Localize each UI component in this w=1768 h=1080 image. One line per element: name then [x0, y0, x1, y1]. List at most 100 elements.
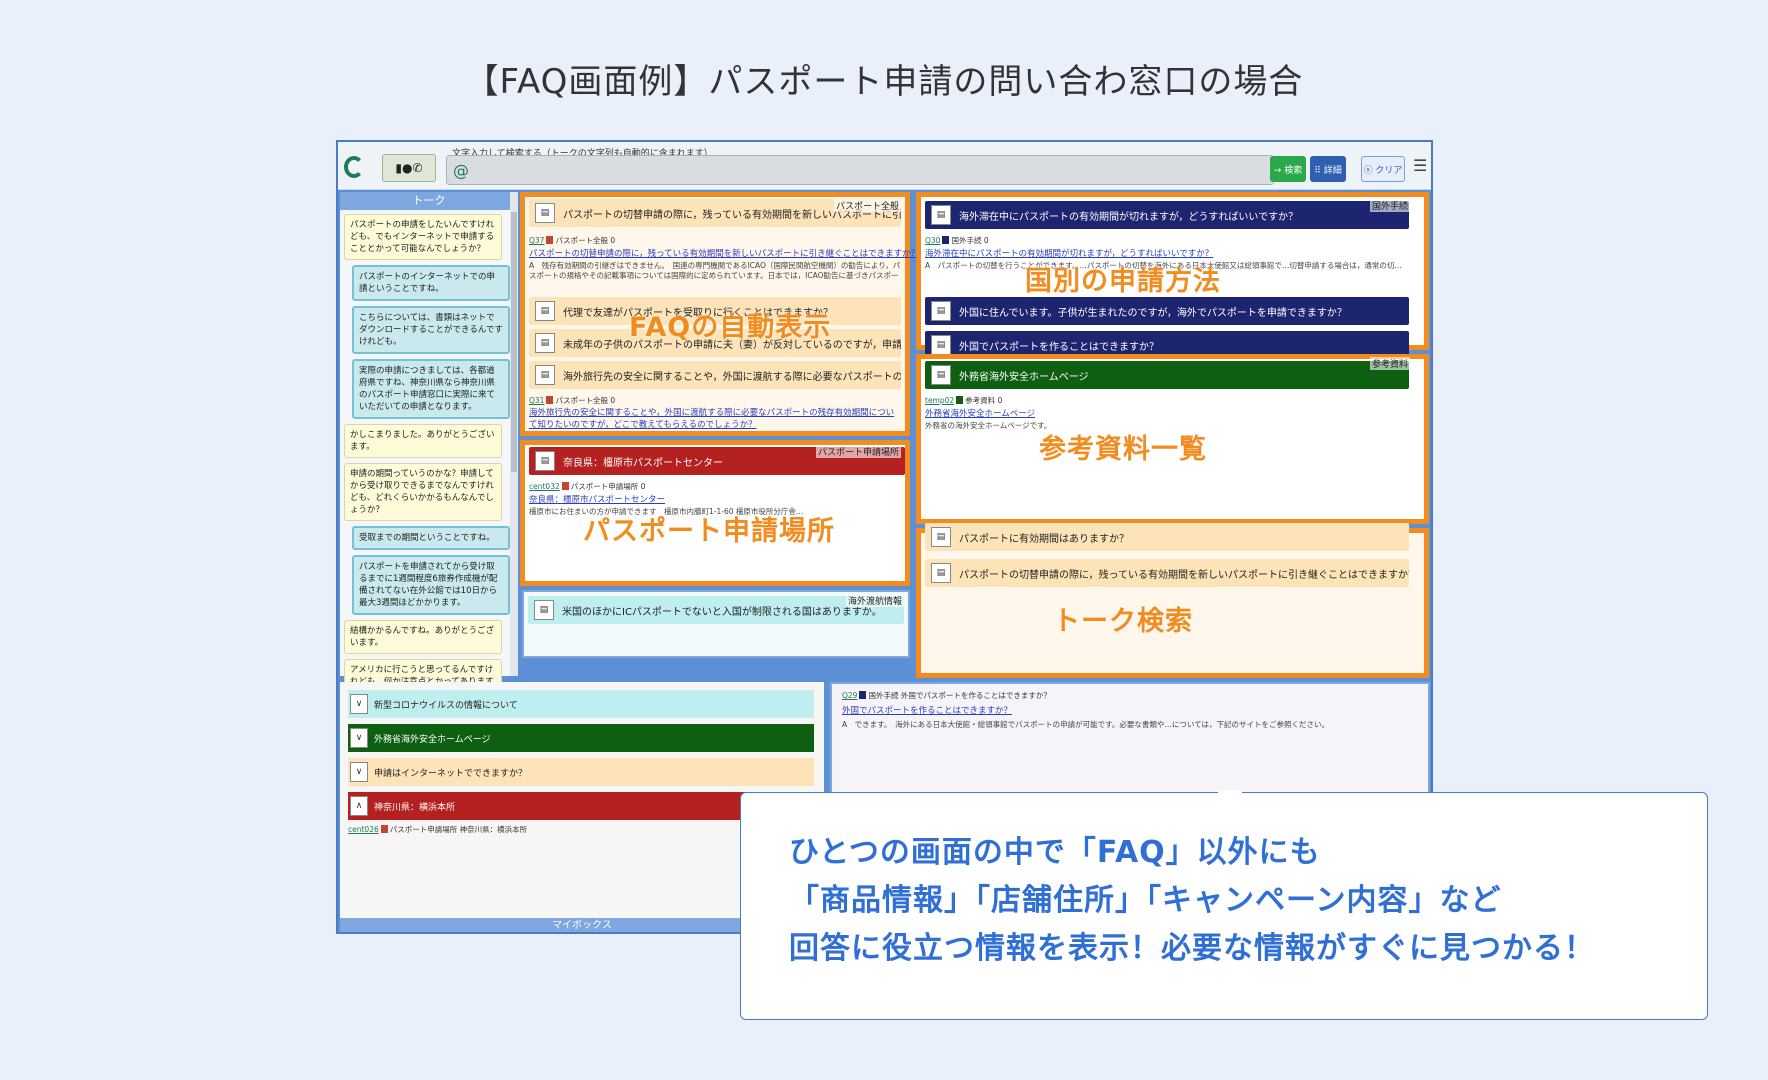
mybox-item-label: 新型コロナウイルスの情報について: [374, 700, 518, 711]
reference-desc: 外務省の海外安全ホームページです。: [925, 421, 1052, 430]
document-icon: ▤: [535, 365, 555, 385]
faq-auto-panel: ▤ パスポートの切替申請の際に，残っている有効期間を新しいパスポートに引き継ぐこと…: [520, 192, 919, 436]
app-logo-icon: [344, 156, 364, 178]
faq-count: 0: [610, 236, 616, 245]
country-category: 国外手続: [951, 236, 982, 245]
customer-message: パスポートの申請をしたいんですけれども、でもインターネットで申請することとかって…: [344, 214, 502, 260]
document-icon: ▤: [535, 333, 555, 353]
operator-message: 実際の申請につきましては、各都道府県ですね、神奈川県なら神奈川県のパスポート申請…: [352, 359, 510, 419]
category-tag: パスポート申請場所: [815, 445, 901, 458]
category-icon: [956, 396, 964, 404]
country-row-text: 海外滞在中にパスポートの有効期間が切れますが，どうすればいいですか？: [959, 211, 1299, 223]
document-icon: ▤: [931, 365, 951, 385]
top-toolbar: ▮●✆ 文字入力して検索する（トークの文字列も自動的に含まれます） @ → 検索…: [338, 142, 1431, 190]
talk-scroll-thumb[interactable]: [511, 212, 517, 472]
faq-meta: Q37 パスポート全般 0: [529, 235, 615, 246]
talk-header: トーク: [340, 192, 518, 210]
travel-row-text: 米国のほかにICパスポートでないと入国が制限される国はありますか。: [562, 606, 882, 618]
talk-search-row-text: パスポートの切替申請の際に，残っている有効期間を新しいパスポートに引き継ぐことは…: [959, 569, 1409, 581]
faq-title-link[interactable]: 海外旅行先の安全に関することや，外国に渡航する際に必要なパスポートの残存有効期間…: [529, 407, 901, 431]
office-count: 0: [640, 482, 646, 491]
country-row-text: 外国に住んでいます。子供が生まれたのですが，海外でパスポートを申請できますか？: [959, 307, 1347, 319]
reference-overlay-label: 参考資料一覧: [1039, 434, 1207, 465]
country-title-link[interactable]: 海外滞在中にパスポートの有効期間が切れますが，どうすればいいですか？: [925, 247, 1213, 259]
country-row[interactable]: ▤ 外国に住んでいます。子供が生まれたのですが，海外でパスポートを申請できますか？: [925, 297, 1409, 325]
category-icon: [546, 396, 554, 404]
faq-id-link[interactable]: Q37: [529, 236, 544, 245]
reference-id-link[interactable]: temp02: [925, 396, 954, 405]
mybox-item[interactable]: ∨ 外務省海外安全ホームページ: [348, 724, 814, 752]
document-icon: ▤: [931, 205, 951, 225]
faq-category: パスポート全般: [555, 396, 608, 405]
clear-button[interactable]: ⓧ クリア: [1361, 156, 1405, 182]
callout-line-2: 「商品情報」「店舗住所」「キャンペーン内容」など: [789, 883, 1502, 918]
reference-row-text: 外務省海外安全ホームページ: [959, 371, 1089, 383]
mode-icons: ▮●✆: [395, 161, 423, 175]
country-count: 0: [983, 236, 989, 245]
detail-title-link[interactable]: 外国でパスポートを作ることはできますか？: [842, 704, 1012, 716]
chevron-up-icon[interactable]: ∧: [350, 796, 368, 816]
faq-row[interactable]: ▤ 海外旅行先の安全に関することや，外国に渡航する際に必要なパスポートの残存有効期…: [529, 361, 901, 389]
reference-count: 0: [997, 396, 1003, 405]
chevron-down-icon[interactable]: ∨: [350, 728, 368, 748]
reference-meta: temp02 参考資料 0: [925, 395, 1002, 406]
reference-title-link[interactable]: 外務省海外安全ホームページ: [925, 407, 1035, 419]
detail-id-link[interactable]: Q29: [842, 691, 857, 700]
passport-office-panel: ▤ 奈良県：橿原市パスポートセンター パスポート申請場所 cent032 パスポート…: [520, 440, 910, 586]
operator-message: パスポートを申請されてから受け取るまでに1週間程度6旅券作成機が配備されてない在…: [352, 555, 510, 615]
country-meta: Q30 国外手続 0: [925, 235, 989, 246]
detail-category: 国外手続: [868, 691, 899, 700]
operator-message: パスポートのインターネットでの申請ということですね。: [352, 265, 510, 301]
detail-meta: Q29 国外手続 外国でパスポートを作ることはできますか？: [842, 690, 1051, 701]
detail-desc: 外国でパスポートを作ることはできますか？: [900, 691, 1051, 700]
search-box: @: [446, 155, 1274, 185]
mode-toggle-buttons[interactable]: ▮●✆: [382, 154, 436, 182]
callout-line-1: ひとつの画面の中で「FAQ」以外にも: [789, 835, 1321, 870]
search-button[interactable]: → 検索: [1270, 156, 1306, 182]
customer-message: かしこまりました。ありがとうございます。: [344, 424, 502, 458]
operator-message: こちらについては、書類はネットでダウンロードすることができるんですけれども。: [352, 306, 510, 354]
talk-scrollbar[interactable]: [510, 192, 518, 676]
office-id-link[interactable]: cent032: [529, 482, 560, 491]
mybox-item[interactable]: ∨ 新型コロナウイルスの情報について: [348, 690, 814, 718]
at-sign-icon: @: [453, 161, 469, 180]
mybox-sub-meta: cent026 パスポート申請場所 神奈川県：横浜本所: [348, 824, 527, 835]
chevron-down-icon[interactable]: ∨: [350, 694, 368, 714]
detail-button[interactable]: ⠿ 詳細: [1310, 156, 1346, 182]
talk-panel: トーク パスポートの申請をしたいんですけれども、でもインターネットで申請すること…: [340, 192, 518, 770]
category-icon: [859, 691, 867, 699]
customer-message: 申請の期間っていうのかな？申請してから受け取りできるまでなんですけれども、どれく…: [344, 463, 502, 521]
detail-answer: A できます。 海外にある日本大使館・総領事館でパスポートの申請が可能です。必要…: [842, 720, 1330, 729]
category-tag: 海外渡航情報: [845, 594, 904, 607]
mybox-id-link[interactable]: cent026: [348, 825, 379, 834]
reference-materials-panel: ▤ 外務省海外安全ホームページ 参考資料 temp02 参考資料 0 外務省海外安全…: [916, 354, 1429, 524]
talk-search-row[interactable]: ▤ パスポートの切替申請の際に，残っている有効期間を新しいパスポートに引き継ぐこと…: [925, 559, 1409, 587]
office-title-link[interactable]: 奈良県：橿原市パスポートセンター: [529, 493, 665, 505]
faq-id-link[interactable]: Q31: [529, 396, 544, 405]
reference-row[interactable]: ▤ 外務省海外安全ホームページ: [925, 361, 1409, 389]
country-procedure-panel: ▤ 海外滞在中にパスポートの有効期間が切れますが，どうすればいいですか？ 国外手続…: [916, 192, 1429, 359]
search-input[interactable]: [473, 158, 1263, 182]
document-icon: ▤: [535, 203, 555, 223]
talk-search-panel: ▤ パスポートに有効期間はありますか？ ▤ パスポートの切替申請の際に，残っている有…: [916, 523, 1429, 678]
document-icon: ▤: [931, 301, 951, 321]
category-icon: [380, 825, 388, 833]
country-row-text: 外国でパスポートを作ることはできますか？: [959, 341, 1159, 353]
travel-info-panel: ▤ 米国のほかにICパスポートでないと入国が制限される国はありますか。 海外渡航情…: [522, 590, 910, 658]
mybox-item-label: 外務省海外安全ホームページ: [374, 734, 491, 745]
country-procedure-overlay-label: 国別の申請方法: [1025, 266, 1221, 297]
chevron-down-icon[interactable]: ∨: [350, 762, 368, 782]
hamburger-menu-icon[interactable]: ☰: [1413, 156, 1427, 182]
document-icon: ▤: [931, 527, 951, 547]
country-id-link[interactable]: Q30: [925, 236, 940, 245]
talk-search-row[interactable]: ▤ パスポートに有効期間はありますか？: [925, 523, 1409, 551]
mybox-item[interactable]: ∨ 申請はインターネットでできますか？: [348, 758, 814, 786]
callout-box: ひとつの画面の中で「FAQ」以外にも 「商品情報」「店舗住所」「キャンペーン内容…: [740, 792, 1708, 1020]
faq-title-link[interactable]: パスポートの切替申請の際に，残っている有効期間を新しいパスポートに引き継ぐことは…: [529, 247, 919, 259]
reference-category: 参考資料: [965, 396, 996, 405]
page-background: 【FAQ画面例】パスポート申請の問い合わ窓口の場合 ▮●✆ 文字入力して検索する…: [0, 0, 1768, 1080]
passport-office-overlay-label: パスポート申請場所: [583, 516, 835, 547]
category-icon: [546, 236, 554, 244]
page-title: 【FAQ画面例】パスポート申請の問い合わ窓口の場合: [464, 62, 1304, 102]
country-row[interactable]: ▤ 海外滞在中にパスポートの有効期間が切れますが，どうすればいいですか？: [925, 201, 1409, 229]
